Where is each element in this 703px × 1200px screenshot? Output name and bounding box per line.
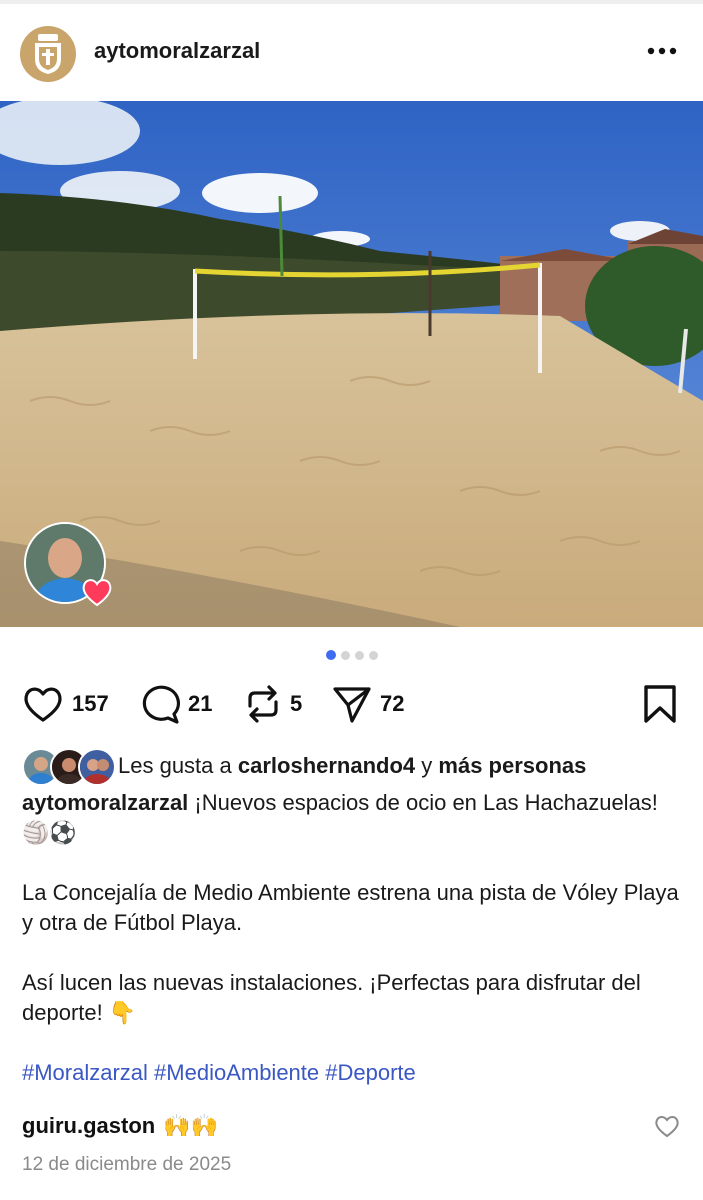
coat-of-arms-icon	[35, 34, 61, 74]
carousel-dot-4[interactable]	[368, 650, 378, 660]
share-count: 72	[380, 691, 405, 716]
comment-count: 21	[188, 691, 213, 716]
post-caption: aytomoralzarzal ¡Nuevos espacios de ocio…	[22, 788, 682, 1088]
action-bar: 157 21 5 72	[0, 680, 703, 728]
heart-badge-icon	[80, 576, 114, 608]
save-button[interactable]	[642, 680, 678, 728]
comment-button[interactable]: 21	[140, 680, 212, 728]
post-date: 12 de diciembre de 2025	[22, 1154, 232, 1175]
caption-username[interactable]: aytomoralzarzal	[22, 790, 188, 815]
repost-button[interactable]: 5	[244, 680, 302, 728]
post-header: aytomoralzarzal	[0, 18, 703, 84]
send-icon	[333, 687, 371, 723]
like-button[interactable]: 157	[22, 680, 109, 728]
comment-text: 🙌🙌	[163, 1113, 219, 1139]
account-avatar[interactable]	[20, 26, 76, 82]
comment-username[interactable]: guiru.gaston	[22, 1113, 155, 1139]
liked-by-prefix: Les gusta a	[118, 753, 232, 778]
caption-hashtags[interactable]: #Moralzarzal #MedioAmbiente #Deporte	[22, 1058, 682, 1088]
liked-by-others[interactable]: más personas	[438, 753, 586, 778]
post-photo[interactable]	[0, 101, 703, 627]
liked-by-row[interactable]: Les gusta a carloshernando4 y más person…	[22, 747, 702, 786]
caption-text-3: Así lucen las nuevas instalaciones. ¡Per…	[22, 970, 641, 1025]
liker-avatars	[22, 748, 116, 786]
repost-count: 5	[290, 691, 303, 716]
comment-row: guiru.gaston 🙌🙌	[22, 1108, 682, 1144]
bookmark-icon	[644, 685, 676, 723]
top-divider	[0, 0, 703, 4]
liked-by-connector: y	[421, 753, 433, 778]
comment-icon	[142, 685, 180, 724]
more-options-button[interactable]	[640, 36, 684, 66]
comment-like-button[interactable]	[654, 1114, 680, 1138]
caption-line-1: aytomoralzarzal ¡Nuevos espacios de ocio…	[22, 788, 682, 848]
heart-outline-icon	[655, 1116, 679, 1138]
carousel-dot-3[interactable]	[354, 650, 364, 660]
carousel-dot-1[interactable]	[325, 650, 336, 660]
repost-icon	[248, 685, 278, 723]
share-button[interactable]: 72	[332, 680, 404, 728]
liked-by-user[interactable]: carloshernando4	[238, 753, 415, 778]
caption-text-2: La Concejalía de Medio Ambiente estrena …	[22, 880, 679, 935]
carousel-dot-2[interactable]	[340, 650, 350, 660]
ellipsis-icon	[647, 47, 677, 55]
account-username[interactable]: aytomoralzarzal	[94, 38, 260, 64]
liker-avatar	[78, 748, 116, 786]
liked-by-text: Les gusta a carloshernando4 y más person…	[118, 753, 586, 779]
carousel-indicator	[0, 648, 703, 662]
like-count: 157	[72, 691, 109, 716]
heart-icon	[24, 687, 62, 722]
